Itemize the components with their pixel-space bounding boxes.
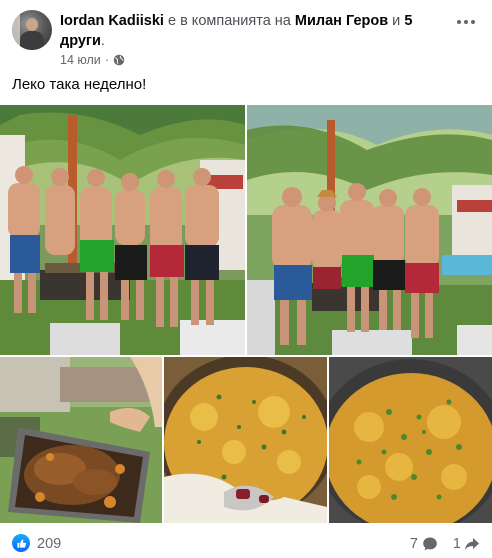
comment-count: 7 bbox=[409, 536, 418, 552]
thumbs-up-icon[interactable] bbox=[12, 534, 30, 552]
photo-3[interactable] bbox=[0, 357, 162, 523]
post-footer: 209 7 1 bbox=[12, 530, 480, 556]
meta-dot: · bbox=[104, 53, 109, 67]
photo-2[interactable] bbox=[247, 105, 492, 355]
comment-count-link[interactable]: 7 bbox=[410, 536, 438, 552]
tagged-person-link[interactable]: Милан Геров bbox=[295, 13, 388, 29]
post-header: Iordan Kadiiski е в компанията на Милан … bbox=[12, 10, 480, 67]
photo-grid bbox=[0, 105, 492, 523]
post-message: Леко така неделно! bbox=[12, 76, 147, 93]
more-options-button[interactable] bbox=[454, 14, 478, 30]
post-title: Iordan Kadiiski е в компанията на Милан … bbox=[60, 11, 440, 51]
photo-1[interactable] bbox=[0, 105, 245, 355]
post-date-link[interactable]: 14 юли bbox=[60, 53, 101, 67]
share-count-link[interactable]: 1 bbox=[453, 536, 480, 552]
comment-icon bbox=[423, 537, 437, 551]
with-text: е в компанията на bbox=[167, 13, 291, 29]
author-avatar[interactable] bbox=[12, 10, 52, 50]
author-name-link[interactable]: Iordan Kadiiski bbox=[60, 13, 164, 29]
share-icon bbox=[465, 538, 479, 550]
photo-4[interactable] bbox=[164, 357, 327, 523]
photo-5[interactable] bbox=[329, 357, 492, 523]
and-text: и bbox=[392, 13, 401, 29]
globe-icon[interactable] bbox=[113, 54, 125, 66]
ellipsis-icon bbox=[457, 20, 461, 24]
title-period: . bbox=[100, 33, 105, 49]
share-count: 1 bbox=[452, 536, 461, 552]
post-meta: 14 юли · bbox=[60, 53, 125, 67]
reaction-count[interactable]: 209 bbox=[37, 536, 61, 552]
